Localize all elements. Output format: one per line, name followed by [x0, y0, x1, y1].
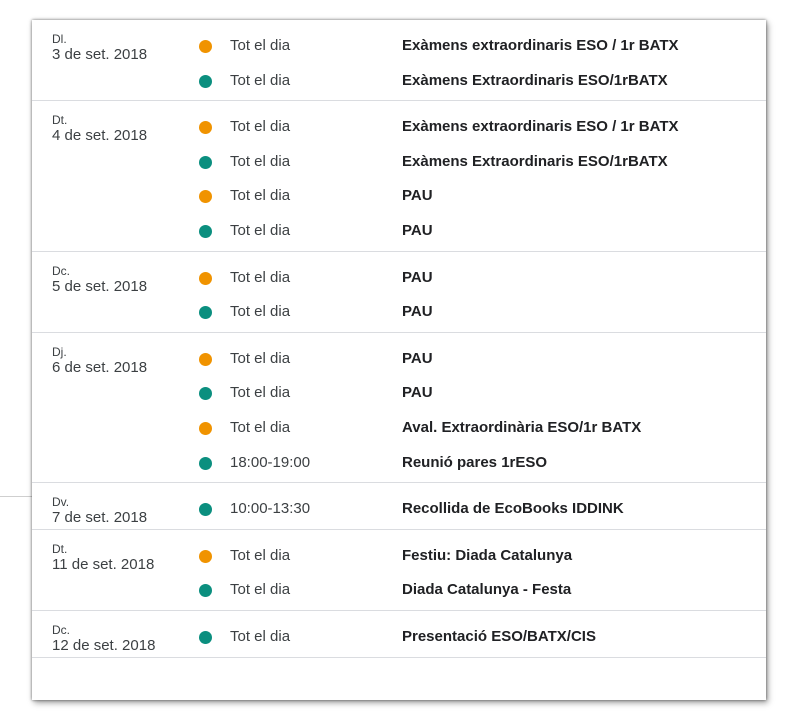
calendar-color-dot-icon [199, 387, 212, 401]
event-row[interactable]: Tot el dia Exàmens Extraordinaris ESO/1rB… [32, 63, 766, 98]
event-time: Tot el dia [230, 152, 291, 170]
event-time: Tot el dia [230, 384, 291, 402]
event-time: Tot el dia [230, 581, 291, 599]
event-title[interactable]: Diada Catalunya - Festa [402, 580, 571, 600]
agenda-day: Dv. 7 de set. 2018 10:00-13:30 Recollida de… [32, 483, 766, 530]
calendar-color-dot-icon [199, 121, 212, 135]
agenda-day: Dc. 5 de set. 2018 Tot el dia PAU Tot el dia… [32, 252, 766, 333]
calendar-color-dot-icon [199, 584, 212, 598]
event-title[interactable]: Festiu: Diada Catalunya [402, 546, 572, 566]
calendar-color-dot-icon [199, 271, 212, 285]
event-row[interactable]: Tot el dia Festiu: Diada Catalunya [32, 538, 766, 573]
event-time: Tot el dia [230, 71, 291, 89]
event-title[interactable]: PAU [402, 221, 433, 241]
event-time: Tot el dia [230, 418, 291, 436]
calendar-color-dot-icon [199, 630, 212, 644]
event-title[interactable]: Reunió pares 1rESO [402, 453, 547, 473]
event-row[interactable]: Tot el dia Diada Catalunya - Festa [32, 572, 766, 607]
event-time: Tot el dia [230, 221, 291, 239]
calendar-color-dot-icon [199, 74, 212, 88]
event-row[interactable]: Tot el dia Exàmens extraordinaris ESO / 1… [32, 109, 766, 144]
event-title[interactable]: PAU [402, 186, 433, 206]
calendar-color-dot-icon [199, 40, 212, 53]
event-time: Tot el dia [230, 303, 291, 321]
event-row[interactable]: Tot el dia Exàmens Extraordinaris ESO/1rB… [32, 144, 766, 179]
event-row[interactable]: Tot el dia PAU [32, 260, 766, 295]
agenda-day: Dc. 12 de set. 2018 Tot el dia Presentació … [32, 611, 766, 658]
event-row[interactable]: 18:00-19:00 Reunió pares 1rESO [32, 445, 766, 480]
event-title[interactable]: PAU [402, 302, 433, 322]
event-row[interactable]: Tot el dia PAU [32, 178, 766, 213]
event-title[interactable]: Recollida de EcoBooks IDDINK [402, 499, 624, 519]
calendar-color-dot-icon [199, 306, 212, 320]
event-title[interactable]: PAU [402, 349, 433, 369]
agenda-day: Dt. 11 de set. 2018 Tot el dia Festiu: Diad… [32, 530, 766, 611]
event-title[interactable]: Exàmens extraordinaris ESO / 1r BATX [402, 117, 679, 137]
event-time: Tot el dia [230, 187, 291, 205]
calendar-color-dot-icon [199, 421, 212, 435]
event-row[interactable]: 10:00-13:30 Recollida de EcoBooks IDDINK [32, 491, 766, 526]
event-title[interactable]: Presentació ESO/BATX/CIS [402, 627, 596, 647]
event-time: 18:00-19:00 [230, 453, 311, 471]
calendar-color-dot-icon [199, 549, 212, 563]
event-time: Tot el dia [230, 118, 291, 136]
event-time: 10:00-13:30 [230, 500, 311, 518]
event-time: Tot el dia [230, 268, 291, 286]
background-divider [0, 496, 32, 497]
agenda-list: Dl. 3 de set. 2018 Tot el dia Exàmens extra… [32, 20, 766, 700]
calendar-color-dot-icon [199, 155, 212, 169]
event-row[interactable]: Tot el dia PAU [32, 294, 766, 329]
event-title[interactable]: Exàmens Extraordinaris ESO/1rBATX [402, 152, 668, 172]
calendar-color-dot-icon [199, 190, 212, 204]
event-title[interactable]: Exàmens extraordinaris ESO / 1r BATX [402, 36, 679, 56]
calendar-color-dot-icon [199, 352, 212, 366]
agenda-day: Dl. 3 de set. 2018 Tot el dia Exàmens extra… [32, 20, 766, 102]
calendar-color-dot-icon [199, 456, 212, 470]
event-row[interactable]: Tot el dia Aval. Extraordinària ESO/1r BA… [32, 410, 766, 445]
agenda-day: Dj. 6 de set. 2018 Tot el dia PAU Tot el dia… [32, 333, 766, 484]
event-time: Tot el dia [230, 546, 291, 564]
event-row[interactable]: Tot el dia PAU [32, 341, 766, 376]
event-row[interactable]: Tot el dia Presentació ESO/BATX/CIS [32, 619, 766, 654]
event-title[interactable]: PAU [402, 268, 433, 288]
event-time: Tot el dia [230, 37, 291, 54]
event-title[interactable]: Aval. Extraordinària ESO/1r BATX [402, 418, 641, 438]
calendar-color-dot-icon [199, 503, 212, 517]
event-row[interactable]: Tot el dia PAU [32, 213, 766, 248]
calendar-color-dot-icon [199, 224, 212, 238]
event-title[interactable]: Exàmens Extraordinaris ESO/1rBATX [402, 71, 668, 91]
event-time: Tot el dia [230, 627, 291, 645]
event-time: Tot el dia [230, 349, 291, 367]
agenda-day: Dt. 4 de set. 2018 Tot el dia Exàmens extra… [32, 101, 766, 252]
event-row[interactable]: Tot el dia PAU [32, 375, 766, 410]
event-row[interactable]: Tot el dia Exàmens extraordinaris ESO / 1… [32, 28, 766, 63]
event-title[interactable]: PAU [402, 383, 433, 403]
